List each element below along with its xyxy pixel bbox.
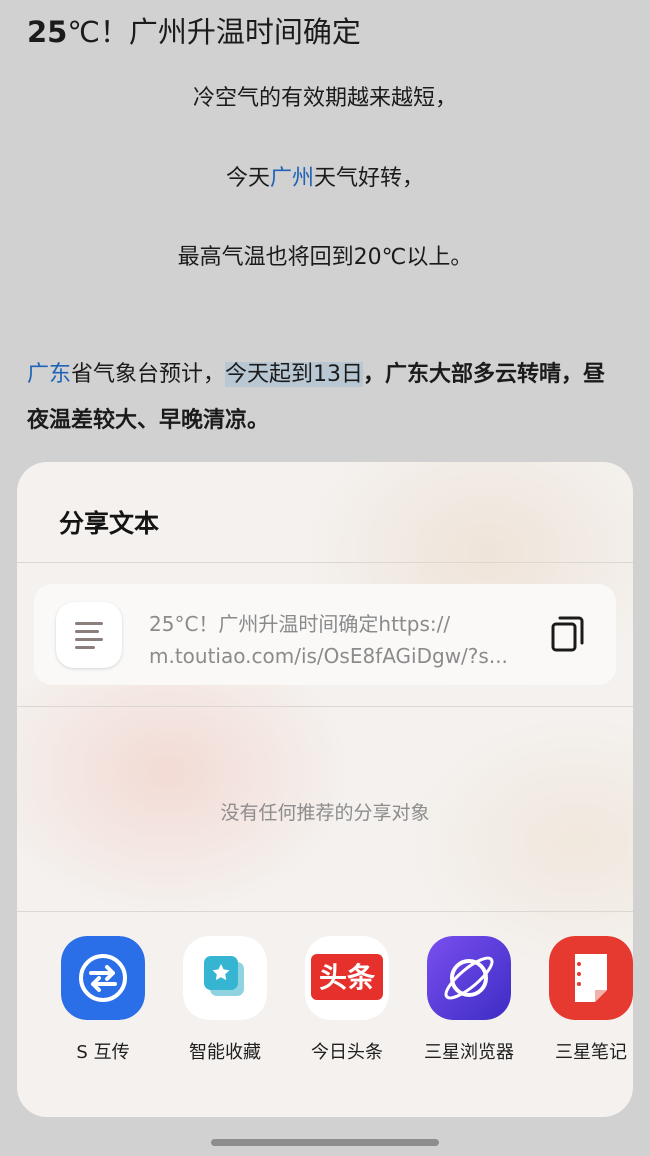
article-background: 25℃！广州升温时间确定 冷空气的有效期越来越短， 今天广州天气好转， 最高气温… xyxy=(0,0,650,470)
samsung-notes-icon xyxy=(549,936,633,1020)
article-title: 25℃！广州升温时间确定 xyxy=(27,12,361,52)
share-sheet: 分享文本 25°C！广州升温时间确定https:// m.toutiao.com… xyxy=(17,462,633,1117)
guangzhou-link[interactable]: 广州 xyxy=(270,166,314,191)
article-line-2: 今天广州天气好转， xyxy=(225,166,425,191)
divider xyxy=(17,562,633,563)
app-samsung-notes[interactable]: 三星笔记 xyxy=(536,936,633,1066)
app-label: S 互传 xyxy=(76,1042,130,1063)
app-label: 今日头条 xyxy=(311,1042,383,1063)
app-toutiao[interactable]: 头条 今日头条 xyxy=(292,936,402,1066)
divider xyxy=(17,706,633,707)
app-samsung-browser[interactable]: 三星浏览器 xyxy=(414,936,524,1066)
preview-text: 25°C！广州升温时间确定https:// m.toutiao.com/is/O… xyxy=(149,612,508,668)
selected-text[interactable]: 今天起到13日 xyxy=(225,362,364,387)
app-smart-collect[interactable]: 智能收藏 xyxy=(170,936,280,1066)
svg-text:头条: 头条 xyxy=(319,961,375,994)
samsung-browser-icon xyxy=(427,936,511,1020)
share-sheet-title: 分享文本 xyxy=(59,509,160,538)
app-label: 三星笔记 xyxy=(555,1042,627,1063)
article-line-3: 最高气温也将回到20℃以上。 xyxy=(177,245,473,270)
copy-icon[interactable] xyxy=(548,614,588,654)
toutiao-icon: 头条 xyxy=(305,936,389,1020)
divider xyxy=(17,911,633,912)
document-icon xyxy=(56,602,122,668)
s-share-icon xyxy=(61,936,145,1020)
article-line-1: 冷空气的有效期越来越短， xyxy=(192,86,457,111)
app-label: 三星浏览器 xyxy=(424,1042,514,1063)
app-label: 智能收藏 xyxy=(189,1042,261,1063)
no-recommendation-message: 没有任何推荐的分享对象 xyxy=(220,802,430,824)
smart-collect-icon xyxy=(183,936,267,1020)
app-s-share[interactable]: S 互传 xyxy=(48,936,158,1066)
home-indicator[interactable] xyxy=(211,1139,439,1146)
title-number: 25 xyxy=(27,15,68,49)
guangdong-link[interactable]: 广东 xyxy=(27,362,71,387)
article-paragraph: 广东省气象台预计，今天起到13日，广东大部多云转晴，昼夜温差较大、早晚清凉。 xyxy=(27,362,606,433)
title-text: ℃！广州升温时间确定 xyxy=(67,15,361,49)
shared-text-preview: 25°C！广州升温时间确定https:// m.toutiao.com/is/O… xyxy=(34,584,616,685)
